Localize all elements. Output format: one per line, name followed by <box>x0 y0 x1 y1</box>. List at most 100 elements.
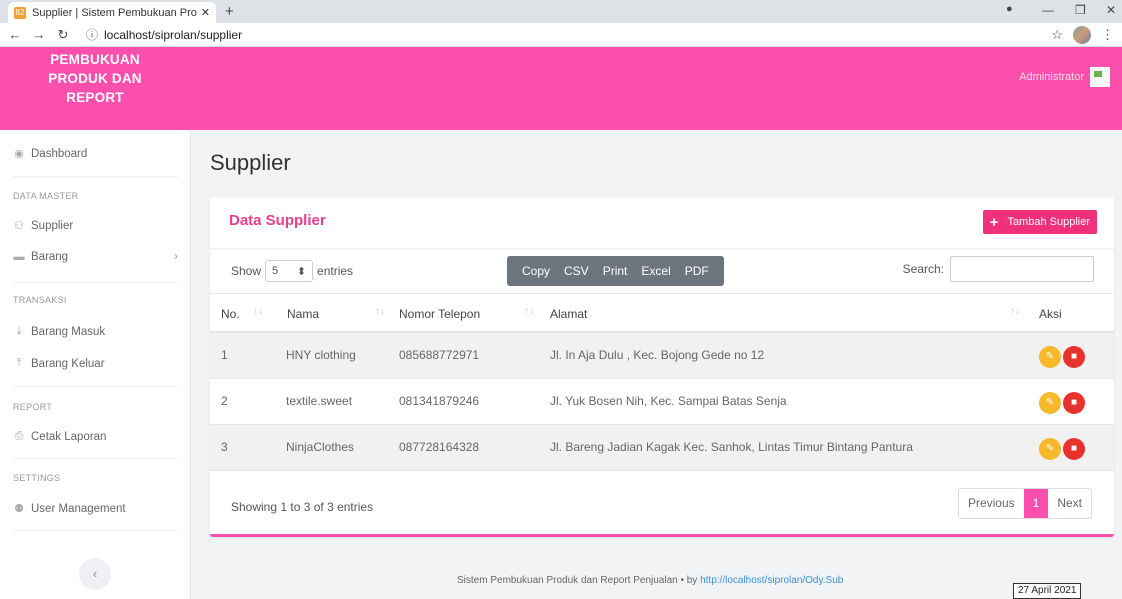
sidebar-item-barang-masuk[interactable]: ⤓ Barang Masuk <box>13 325 178 338</box>
delete-button[interactable]: ■ <box>1063 438 1085 460</box>
menu-icon[interactable]: ⋮ <box>1101 27 1114 43</box>
extension-icon[interactable]: ● <box>1006 3 1013 15</box>
add-supplier-button[interactable]: + Tambah Supplier <box>982 210 1097 234</box>
app-header: PEMBUKUAN PRODUK DAN REPORT Administrato… <box>0 47 1122 130</box>
column-header-no[interactable]: No. <box>221 307 240 321</box>
cell-no: 3 <box>221 440 228 454</box>
cell-alamat: Jl. In Aja Dulu , Kec. Bojong Gede no 12 <box>550 348 765 362</box>
divider <box>13 386 178 387</box>
new-tab-button[interactable]: + <box>225 3 234 20</box>
edit-button[interactable]: ✎ <box>1039 346 1061 368</box>
copy-button[interactable]: Copy <box>515 264 557 278</box>
edit-button[interactable]: ✎ <box>1039 392 1061 414</box>
edit-button[interactable]: ✎ <box>1039 438 1061 460</box>
back-icon[interactable]: ← <box>6 27 24 42</box>
show-label: Show <box>231 264 262 278</box>
previous-page-button[interactable]: Previous <box>959 489 1024 518</box>
browser-tab[interactable]: 82 Supplier | Sistem Pembukuan Pro ✕ <box>8 2 216 23</box>
forward-icon[interactable]: → <box>30 27 48 42</box>
cell-telepon: 081341879246 <box>399 394 480 408</box>
cell-no: 2 <box>221 394 228 408</box>
cell-nama: NinjaClothes <box>286 440 355 454</box>
card-title: Data Supplier <box>229 212 326 229</box>
profile-avatar[interactable] <box>1073 26 1091 44</box>
table-header: No. ↑↓ Nama ↑↓ Nomor Telepon ↑↓ Alamat ↑… <box>210 293 1114 333</box>
dashboard-icon: ◉ <box>14 148 24 160</box>
bookmark-star-icon[interactable]: ☆ <box>1051 27 1063 43</box>
sidebar-item-label: Barang <box>31 251 69 263</box>
table-row: 1 HNY clothing 085688772971 Jl. In Aja D… <box>210 333 1114 379</box>
chevron-right-icon: › <box>174 251 178 263</box>
cell-nama: HNY clothing <box>286 348 356 362</box>
app-brand[interactable]: PEMBUKUAN PRODUK DAN REPORT <box>20 50 170 107</box>
sidebar-item-supplier[interactable]: ⚇ Supplier <box>13 219 178 233</box>
maximize-icon[interactable]: ❐ <box>1075 3 1086 17</box>
sidebar-item-cetak-laporan[interactable]: ⎙ Cetak Laporan <box>13 430 178 443</box>
delete-button[interactable]: ■ <box>1063 392 1085 414</box>
entries-label: entries <box>317 264 354 278</box>
tab-title: Supplier | Sistem Pembukuan Pro <box>32 6 197 19</box>
sort-icon: ↑↓ <box>524 306 534 317</box>
entries-value: 5 <box>272 265 279 277</box>
reload-icon[interactable]: ↻ <box>54 27 72 43</box>
sidebar-item-label: User Management <box>31 502 126 515</box>
sidebar-item-label: Barang Masuk <box>31 325 106 338</box>
sidebar-item-label: Cetak Laporan <box>31 430 107 443</box>
export-button-group: Copy CSV Print Excel PDF <box>507 256 724 286</box>
close-tab-icon[interactable]: ✕ <box>201 6 210 19</box>
pagination: Previous 1 Next <box>957 488 1092 519</box>
url-field[interactable]: ⓘ localhost/siprolan/supplier <box>86 26 242 43</box>
sidebar-item-barang[interactable]: ▬ Barang › <box>13 251 179 263</box>
search-input[interactable] <box>950 256 1094 282</box>
info-icon: ⓘ <box>86 28 99 42</box>
close-window-icon[interactable]: ✕ <box>1106 3 1116 17</box>
url-text: localhost/siprolan/supplier <box>104 28 243 42</box>
cell-telepon: 087728164328 <box>399 440 480 454</box>
footer-link[interactable]: http://localhost/siprolan/Ody.Sub <box>700 575 843 586</box>
column-header-telepon[interactable]: Nomor Telepon <box>399 307 480 321</box>
date-badge: 27 April 2021 <box>1013 583 1082 599</box>
sort-icon: ↑↓ <box>253 306 263 317</box>
sidebar-collapse-button[interactable]: ‹ <box>79 558 111 590</box>
folder-icon: ▬ <box>13 251 25 263</box>
footer: Sistem Pembukuan Produk dan Report Penju… <box>457 575 843 586</box>
divider <box>13 176 178 177</box>
sidebar-item-barang-keluar[interactable]: ⤒ Barang Keluar <box>13 357 178 370</box>
pdf-button[interactable]: PDF <box>678 264 716 278</box>
sidebar-item-label: Barang Keluar <box>31 357 105 370</box>
cell-nama: textile.sweet <box>286 394 353 408</box>
footer-text: Sistem Pembukuan Produk dan Report Penju… <box>457 575 701 586</box>
page-button-current[interactable]: 1 <box>1023 489 1049 518</box>
sidebar-item-dashboard[interactable]: ◉ Dashboard <box>13 147 178 161</box>
section-heading: SETTINGS <box>13 473 61 483</box>
search-control: Search: <box>903 256 1094 282</box>
sidebar-item-user-management[interactable]: ⚉ User Management <box>13 502 178 516</box>
cell-no: 1 <box>221 348 228 362</box>
table-row: 3 NinjaClothes 087728164328 Jl. Bareng J… <box>210 425 1114 471</box>
print-button[interactable]: Print <box>596 264 635 278</box>
add-supplier-label: Tambah Supplier <box>1007 216 1090 228</box>
address-bar: ← → ↻ ⓘ localhost/siprolan/supplier ☆ ⋮ <box>0 23 1122 47</box>
minimize-icon[interactable]: — <box>1042 3 1054 17</box>
cell-alamat: Jl. Bareng Jadian Kagak Kec. Sanhok, Lin… <box>550 440 913 454</box>
excel-button[interactable]: Excel <box>634 264 677 278</box>
page-title: Supplier <box>210 150 291 175</box>
user-avatar-icon <box>1090 67 1110 87</box>
section-heading: REPORT <box>13 402 53 412</box>
csv-button[interactable]: CSV <box>557 264 596 278</box>
column-header-nama[interactable]: Nama <box>287 307 319 321</box>
user-menu[interactable]: Administrator <box>1019 67 1110 87</box>
divider <box>13 530 178 531</box>
column-header-alamat[interactable]: Alamat <box>550 307 587 321</box>
supplier-card: Data Supplier + Tambah Supplier Show 5 ⬍… <box>210 197 1114 537</box>
users-icon: ⚇ <box>14 220 24 232</box>
download-icon: ⤓ <box>16 325 22 337</box>
entries-select[interactable]: 5 ⬍ <box>265 260 314 282</box>
next-page-button[interactable]: Next <box>1048 489 1091 518</box>
cell-alamat: Jl. Yuk Bosen Nih, Kec. Sampai Batas Sen… <box>550 394 787 408</box>
user-cog-icon: ⚉ <box>14 503 24 515</box>
delete-button[interactable]: ■ <box>1063 346 1085 368</box>
upload-icon: ⤒ <box>16 357 22 369</box>
chevron-left-icon: ‹ <box>92 566 98 581</box>
browser-tab-bar: 82 Supplier | Sistem Pembukuan Pro ✕ + ●… <box>0 0 1122 23</box>
